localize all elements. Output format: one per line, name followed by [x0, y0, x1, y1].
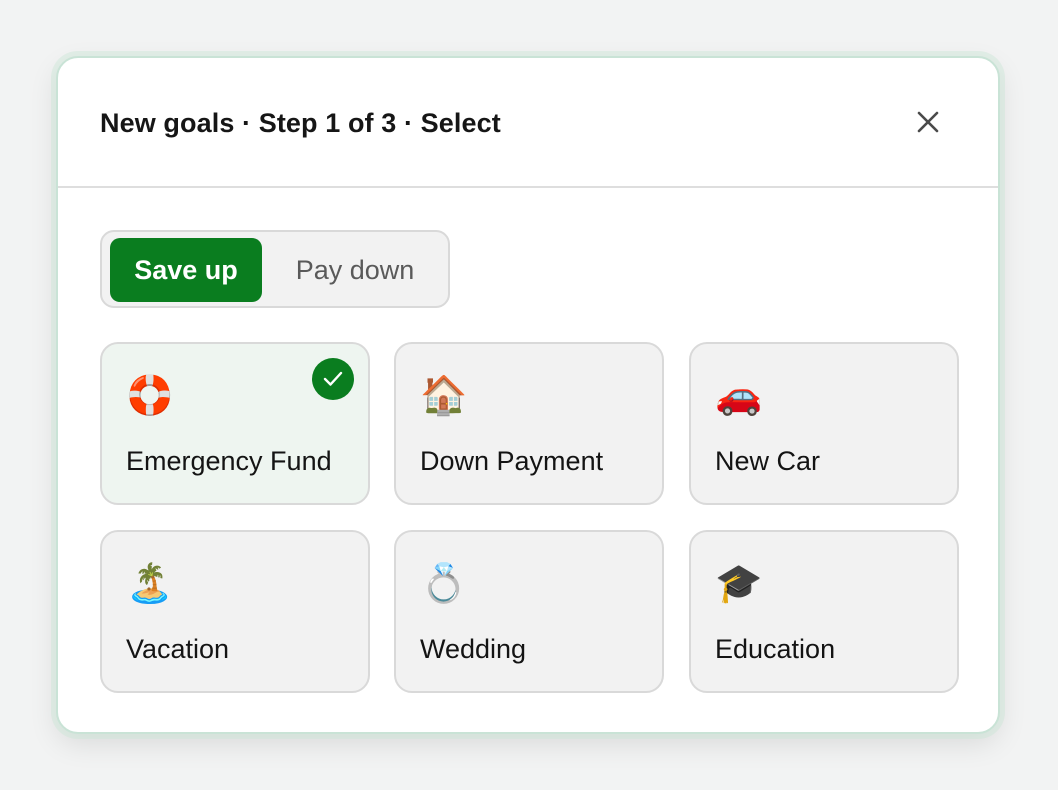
goal-label: Wedding	[420, 634, 527, 664]
dialog-header: New goals · Step 1 of 3 · Select	[58, 58, 998, 188]
house-icon: 🏠	[420, 375, 468, 417]
dialog-title: New goals · Step 1 of 3 · Select	[100, 108, 501, 138]
graduation-cap-icon: 🎓	[715, 563, 763, 605]
save-pay-toggle: Save up Pay down	[100, 230, 450, 308]
goal-label: Education	[715, 634, 836, 664]
new-goals-dialog: New goals · Step 1 of 3 · Select Save up…	[56, 56, 1000, 734]
goal-card-down-payment[interactable]: 🏠 Down Payment	[394, 342, 664, 505]
goal-card-wedding[interactable]: 💍 Wedding	[394, 530, 664, 693]
goal-card-new-car[interactable]: 🚗 New Car	[689, 342, 959, 505]
save-up-option[interactable]: Save up	[110, 238, 262, 302]
selected-check-badge	[312, 358, 354, 400]
pay-down-option[interactable]: Pay down	[272, 238, 438, 302]
car-icon: 🚗	[715, 375, 763, 417]
close-icon	[917, 111, 939, 133]
close-button[interactable]	[912, 106, 944, 138]
ring-icon: 💍	[420, 563, 468, 605]
goal-label: Vacation	[126, 634, 230, 664]
goal-label: New Car	[715, 446, 821, 476]
checkmark-icon	[323, 371, 343, 386]
goal-card-emergency-fund[interactable]: 🛟 Emergency Fund	[100, 342, 370, 505]
goal-label: Down Payment	[420, 446, 604, 476]
goal-card-education[interactable]: 🎓 Education	[689, 530, 959, 693]
goal-card-vacation[interactable]: 🏝️ Vacation	[100, 530, 370, 693]
goal-label: Emergency Fund	[126, 446, 332, 476]
island-icon: 🏝️	[126, 563, 174, 605]
life-buoy-icon: 🛟	[126, 375, 174, 417]
